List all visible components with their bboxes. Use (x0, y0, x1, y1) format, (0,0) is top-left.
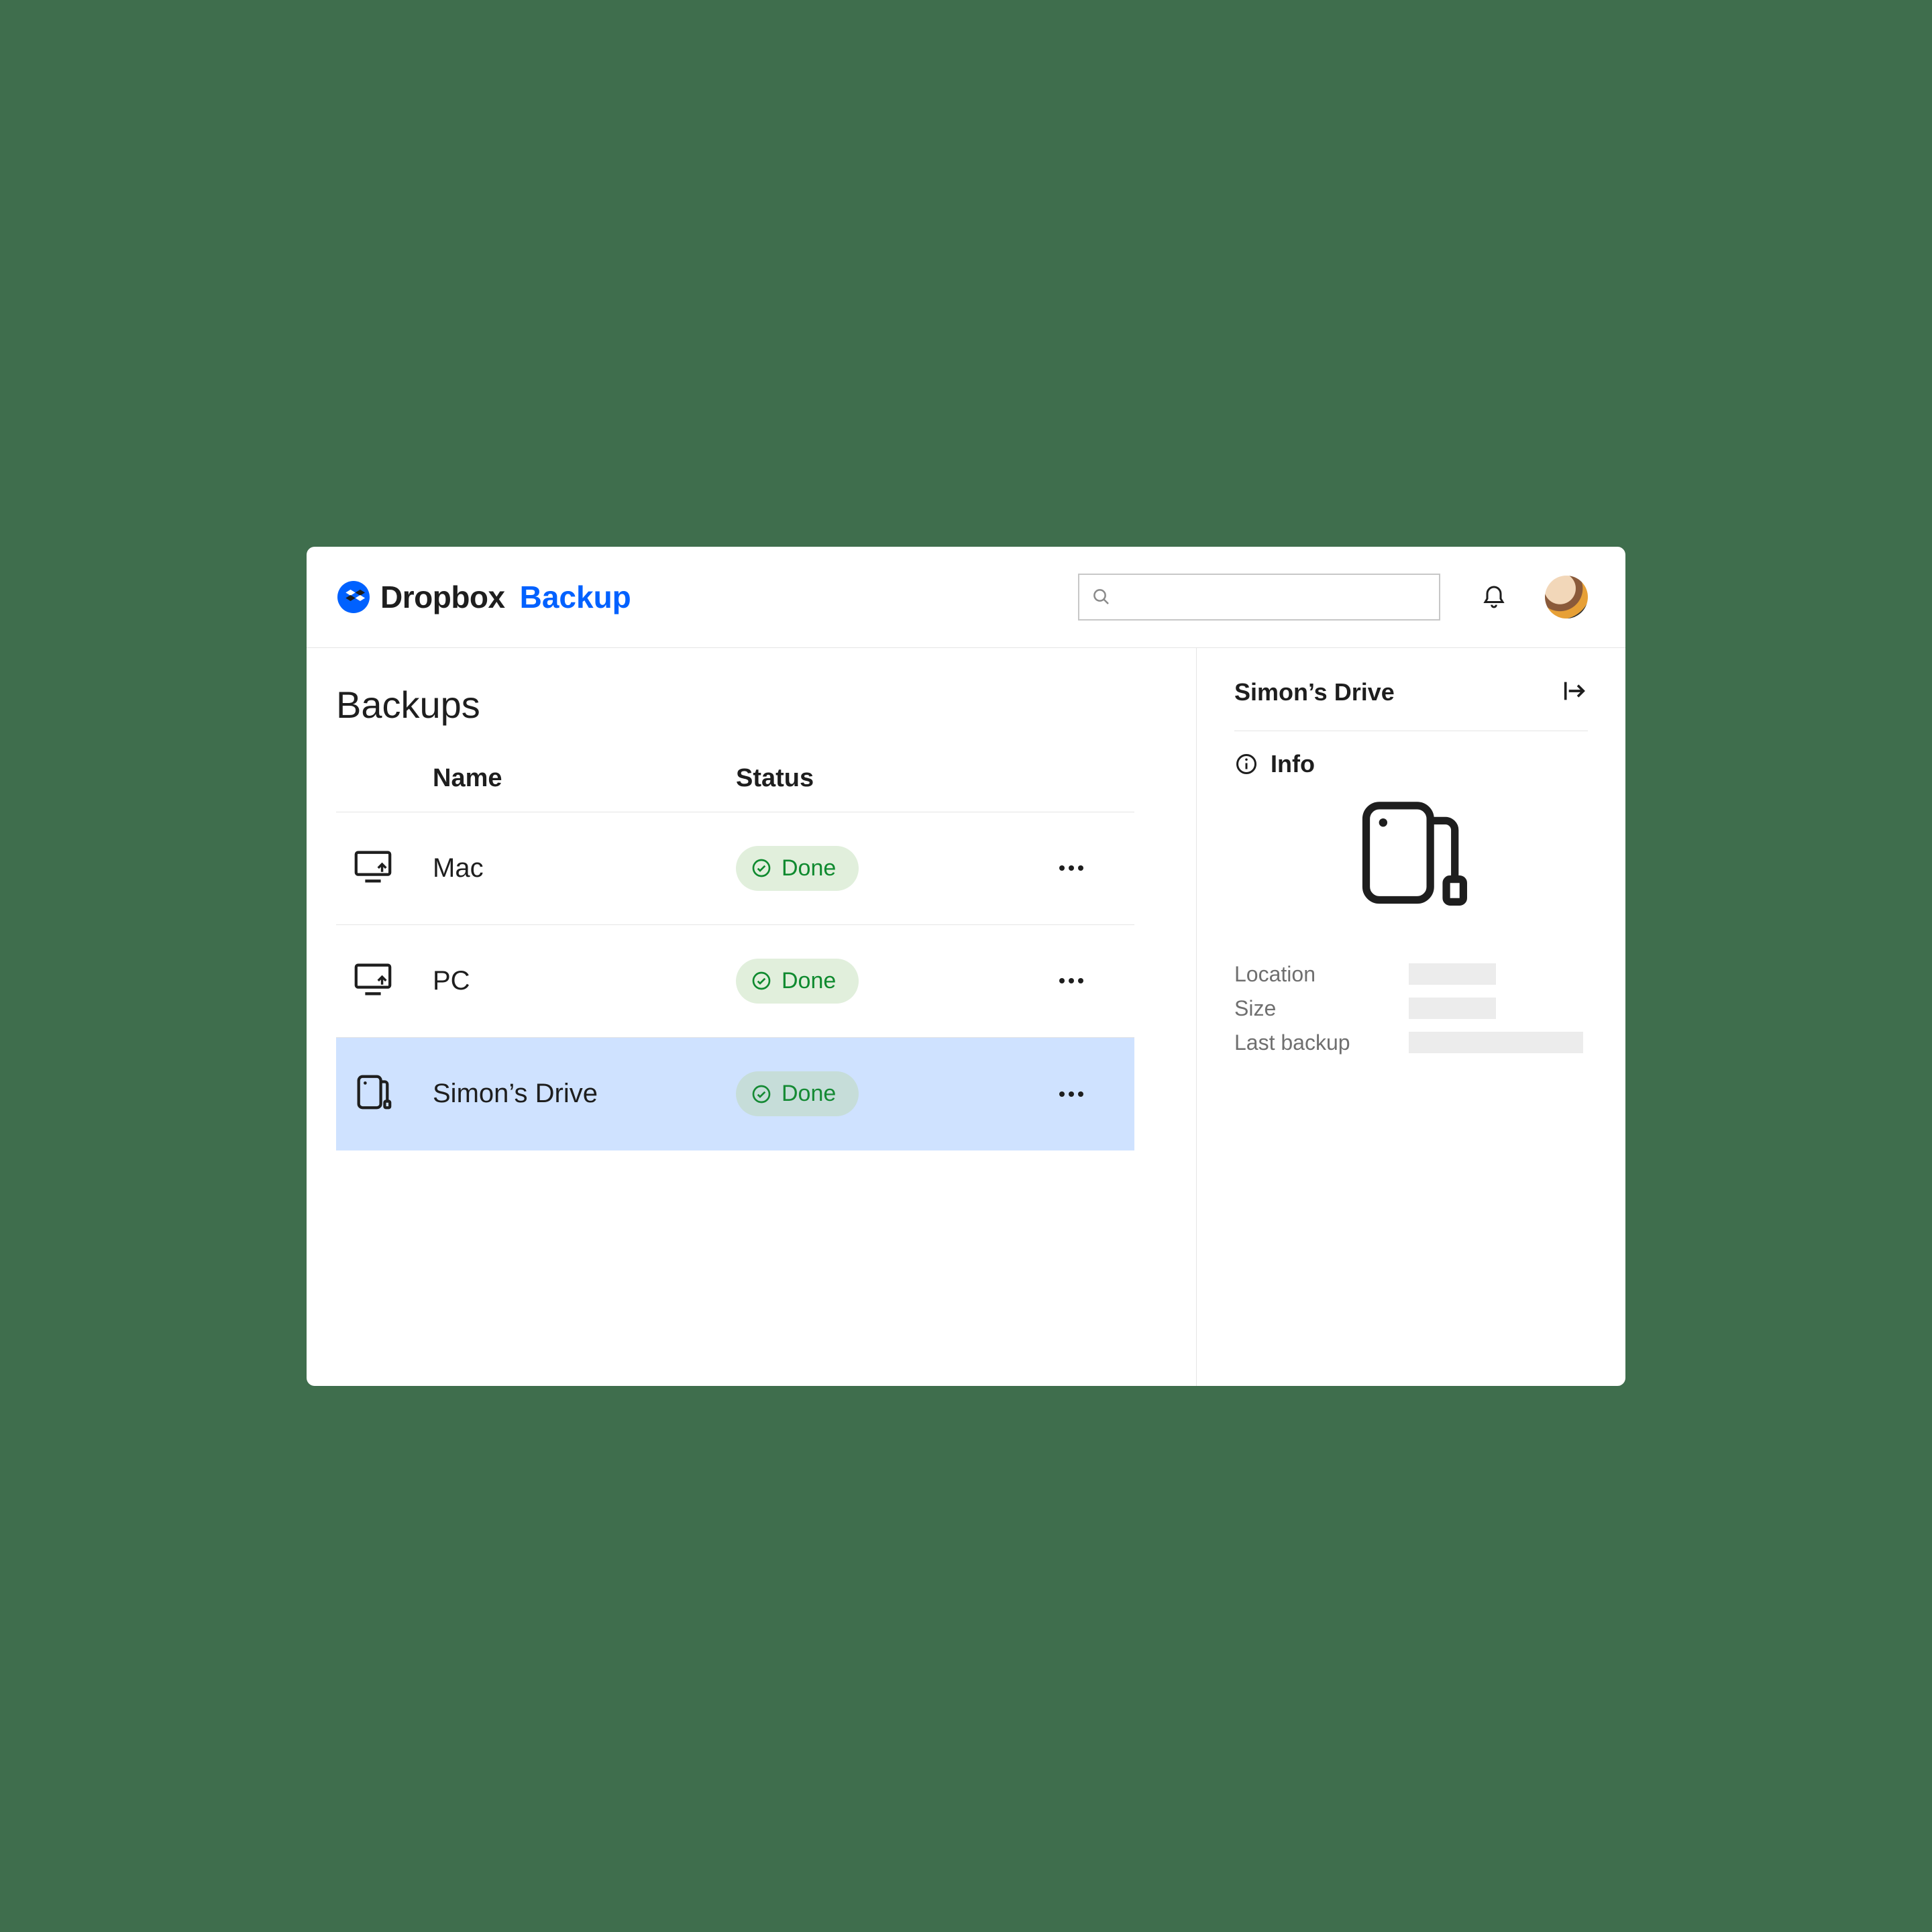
brand: Dropbox Backup (336, 579, 631, 615)
status-text: Done (782, 1081, 836, 1107)
table-row[interactable]: PC Done (336, 925, 1134, 1038)
search-input[interactable] (1078, 574, 1440, 621)
info-section-header: Info (1234, 750, 1588, 778)
meta-label: Size (1234, 996, 1409, 1021)
collapse-right-icon (1561, 678, 1588, 704)
info-label: Info (1271, 750, 1315, 778)
status-text: Done (782, 855, 836, 881)
external-drive-icon (352, 1071, 433, 1116)
meta-label: Location (1234, 962, 1409, 987)
brand-subname: Backup (520, 579, 631, 615)
column-header-status[interactable]: Status (736, 764, 1024, 793)
more-horizontal-icon (1058, 977, 1085, 985)
meta-row-location: Location (1234, 962, 1588, 987)
monitor-icon (352, 846, 433, 891)
row-actions-button[interactable] (1053, 849, 1090, 887)
column-header-name[interactable]: Name (433, 764, 736, 793)
meta-value-placeholder (1409, 998, 1496, 1019)
table-row[interactable]: Mac Done (336, 812, 1134, 925)
avatar[interactable] (1545, 576, 1588, 619)
row-name: Simon’s Drive (433, 1079, 736, 1109)
notifications-button[interactable] (1481, 584, 1507, 610)
meta-label: Last backup (1234, 1030, 1409, 1055)
monitor-icon (352, 959, 433, 1004)
details-panel: Simon’s Drive Info (1196, 648, 1625, 1386)
collapse-panel-button[interactable] (1561, 678, 1588, 708)
row-actions-button[interactable] (1053, 1075, 1090, 1113)
page-title: Backups (336, 683, 1196, 727)
app-window: Dropbox Backup Backups Name (307, 547, 1625, 1386)
info-icon (1234, 752, 1258, 776)
backups-table: Name Status Mac (336, 764, 1134, 1150)
check-circle-icon (751, 857, 772, 879)
status-text: Done (782, 968, 836, 994)
app-header: Dropbox Backup (307, 547, 1625, 648)
more-horizontal-icon (1058, 1090, 1085, 1098)
more-horizontal-icon (1058, 864, 1085, 872)
details-title: Simon’s Drive (1234, 678, 1395, 706)
main-panel: Backups Name Status (307, 648, 1196, 1386)
dropbox-logo-icon (336, 580, 371, 614)
details-header: Simon’s Drive (1234, 678, 1588, 731)
device-preview (1234, 794, 1588, 915)
brand-name: Dropbox (380, 579, 505, 615)
status-badge: Done (736, 1071, 859, 1116)
table-header: Name Status (336, 764, 1134, 812)
row-name: Mac (433, 853, 736, 883)
row-name: PC (433, 966, 736, 996)
app-body: Backups Name Status (307, 648, 1625, 1386)
meta-value-placeholder (1409, 1032, 1583, 1053)
search-icon (1091, 587, 1112, 607)
status-badge: Done (736, 846, 859, 891)
meta-value-placeholder (1409, 963, 1496, 985)
external-drive-icon (1351, 794, 1472, 915)
meta-row-last-backup: Last backup (1234, 1030, 1588, 1055)
status-badge: Done (736, 959, 859, 1004)
bell-icon (1481, 584, 1507, 610)
check-circle-icon (751, 970, 772, 991)
row-actions-button[interactable] (1053, 962, 1090, 1000)
meta-row-size: Size (1234, 996, 1588, 1021)
table-row[interactable]: Simon’s Drive Done (336, 1038, 1134, 1150)
check-circle-icon (751, 1083, 772, 1105)
